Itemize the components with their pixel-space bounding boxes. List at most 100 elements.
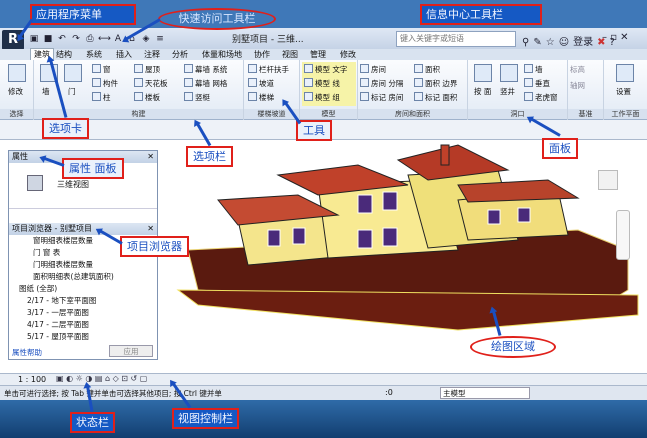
close-icon[interactable]: ✕	[620, 32, 628, 43]
model-line-icon	[304, 78, 313, 87]
search-input[interactable]: 键入关键字或短语	[396, 31, 516, 47]
tab-annotate[interactable]: 注释	[144, 49, 160, 60]
model-group-icon	[304, 92, 313, 101]
tab-view[interactable]: 视图	[282, 49, 298, 60]
door-icon[interactable]	[64, 64, 82, 82]
login-link[interactable]: 登录	[573, 33, 593, 48]
modify-icon[interactable]	[8, 64, 26, 82]
grid-button[interactable]: 轴网	[570, 80, 585, 91]
apply-button[interactable]: 应用	[109, 345, 153, 357]
panel-label-workplane: 工作平面	[604, 109, 647, 119]
model-selector[interactable]: 主模型	[440, 387, 530, 399]
column-button[interactable]: 柱	[92, 92, 111, 103]
list-item[interactable]: 门明细表楼层数量	[33, 259, 157, 271]
stair-button[interactable]: 楼梯	[248, 92, 274, 103]
callout-app-menu: 应用程序菜单	[30, 4, 136, 25]
save-icon[interactable]: ■	[42, 33, 54, 45]
scale-value[interactable]: 1 : 100	[18, 375, 46, 384]
panel-label-select[interactable]: 选择	[0, 109, 33, 119]
level-button[interactable]: 标高	[570, 64, 585, 75]
properties-close-icon[interactable]: ✕	[147, 151, 154, 163]
document-title: 别墅项目 - 三维...	[232, 35, 304, 45]
floor-button[interactable]: 楼板	[134, 92, 160, 103]
model-group-button[interactable]: 模型 组	[304, 92, 340, 103]
set-workplane-button[interactable]: 设置	[616, 86, 631, 97]
tab-modify[interactable]: 修改	[340, 49, 356, 60]
properties-help-link[interactable]: 属性帮助	[12, 347, 42, 358]
room-button[interactable]: 房间	[360, 64, 386, 75]
roof-button[interactable]: 屋顶	[134, 64, 160, 75]
browser-close-icon[interactable]: ✕	[147, 223, 154, 235]
viewcube[interactable]	[598, 170, 618, 190]
shaft-button[interactable]: 竖井	[500, 86, 515, 97]
room-separator-button[interactable]: 房间 分隔	[360, 78, 403, 89]
workset-zero: :0	[385, 388, 393, 397]
list-item[interactable]: 3/17 - 一层平面图	[27, 307, 157, 319]
dormer-button[interactable]: 老虎窗	[524, 92, 558, 103]
section-icon[interactable]: ◈	[140, 33, 152, 45]
navigation-bar[interactable]	[616, 210, 630, 260]
tab-insert[interactable]: 插入	[116, 49, 132, 60]
tab-massing-site[interactable]: 体量和场地	[202, 49, 242, 60]
wall-button[interactable]: 墙	[42, 86, 50, 97]
callout-options-bar: 选项栏	[186, 146, 233, 167]
callout-panel: 面板	[542, 138, 578, 159]
list-item[interactable]: 图纸 (全部)	[19, 283, 157, 295]
area-button[interactable]: 面积	[414, 64, 440, 75]
tag-room-button[interactable]: 标记 房间	[360, 92, 403, 103]
ceiling-button[interactable]: 天花板	[134, 78, 168, 89]
window-button[interactable]: 窗	[92, 64, 111, 75]
tab-collaborate[interactable]: 协作	[254, 49, 270, 60]
mullion-button[interactable]: 竖梃	[184, 92, 210, 103]
binoculars-icon[interactable]: ⚲	[522, 37, 529, 48]
list-item[interactable]: 5/17 - 屋顶平面图	[27, 331, 157, 343]
modify-button[interactable]: 修改	[8, 86, 23, 97]
callout-drawing-area: 绘图区域	[470, 336, 556, 358]
measure-icon[interactable]: ⟷	[98, 33, 111, 45]
list-item[interactable]: 4/17 - 二层平面图	[27, 319, 157, 331]
model-text-button[interactable]: 模型 文字	[304, 64, 347, 75]
curtain-grid-button[interactable]: 幕墙 网格	[184, 78, 227, 89]
restore-icon[interactable]: ▫	[610, 32, 617, 43]
set-workplane-icon[interactable]	[616, 64, 634, 82]
subscription-icon[interactable]: ✎	[533, 37, 541, 48]
view-controls-icons[interactable]: ▣ ◐ ☼ ◑ ▤ ⌂ ◇ ⊡ ↺ ▢	[56, 374, 147, 383]
wall-opening-icon	[524, 64, 533, 73]
curtain-grid-icon	[184, 78, 193, 87]
tab-structure[interactable]: 结构	[56, 49, 72, 60]
component-button[interactable]: 构件	[92, 78, 118, 89]
railing-button[interactable]: 栏杆扶手	[248, 64, 289, 75]
ramp-icon	[248, 78, 257, 87]
thin-lines-icon[interactable]: ≡	[154, 33, 166, 45]
panel-workplane: 设置 工作平面	[604, 60, 647, 120]
tab-manage[interactable]: 管理	[310, 49, 326, 60]
tab-systems[interactable]: 系统	[86, 49, 102, 60]
area-boundary-button[interactable]: 面积 边界	[414, 78, 457, 89]
drawing-area[interactable]	[158, 140, 647, 372]
browser-header: 项目浏览器 - 别墅项目 ✕	[9, 223, 157, 235]
favorites-icon[interactable]: ☆	[546, 37, 555, 48]
print-icon[interactable]: ⎙	[84, 33, 96, 45]
model-line-button[interactable]: 模型 线	[304, 78, 340, 89]
column-icon	[92, 92, 101, 101]
list-item[interactable]: 2/17 - 地下室平面图	[27, 295, 157, 307]
by-face-icon[interactable]	[474, 64, 492, 82]
wall-opening-button[interactable]: 墙	[524, 64, 543, 75]
ramp-button[interactable]: 坡道	[248, 78, 274, 89]
tag-area-button[interactable]: 标记 面积	[414, 92, 457, 103]
undo-icon[interactable]: ↶	[56, 33, 68, 45]
vertical-opening-button[interactable]: 垂直	[524, 78, 550, 89]
user-icon[interactable]: ☺	[559, 37, 569, 48]
by-face-button[interactable]: 按 面	[474, 86, 491, 97]
list-item[interactable]: 面积明细表(总建筑面积)	[33, 271, 157, 283]
door-button[interactable]: 门	[68, 86, 76, 97]
tab-analyze[interactable]: 分析	[172, 49, 188, 60]
curtain-system-button[interactable]: 幕墙 系统	[184, 64, 227, 75]
roof-icon	[134, 64, 143, 73]
open-icon[interactable]: ▣	[28, 33, 40, 45]
villa-model	[176, 144, 639, 331]
shaft-icon[interactable]	[500, 64, 518, 82]
redo-icon[interactable]: ↷	[70, 33, 82, 45]
callout-view-control-bar: 视图控制栏	[172, 408, 239, 429]
minimize-icon[interactable]: –	[602, 32, 607, 43]
